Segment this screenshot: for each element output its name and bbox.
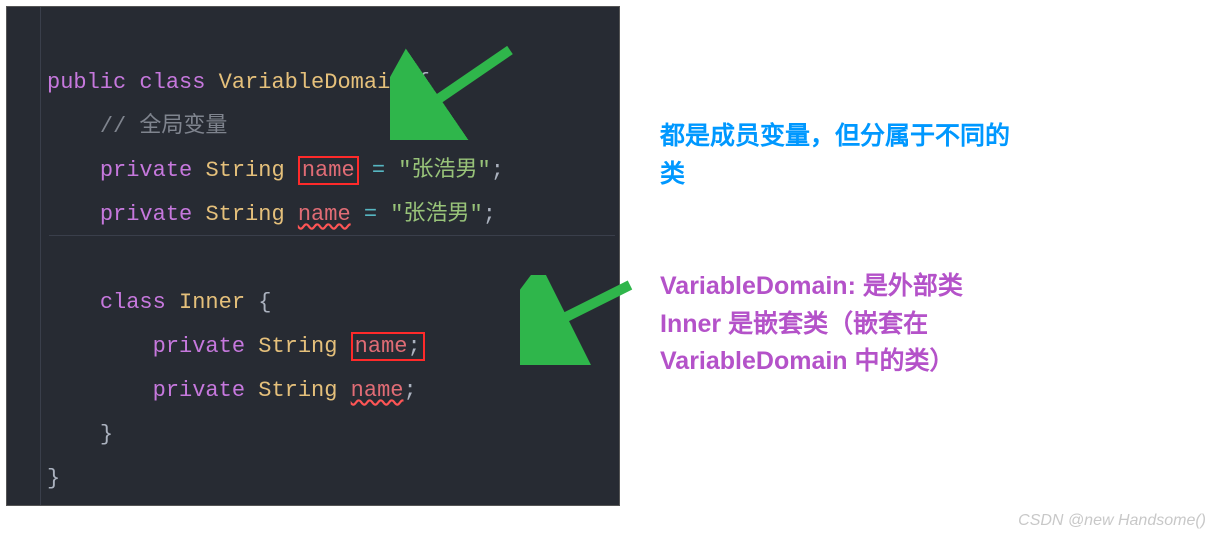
keyword-private: private	[100, 202, 192, 227]
editor-gutter	[7, 7, 41, 505]
classname-inner: Inner	[179, 290, 245, 315]
string-literal: "张浩男"	[398, 158, 490, 183]
type-string: String	[258, 334, 337, 359]
annotation-text: 都是成员变量，但分属于不同的	[660, 118, 1200, 156]
operator-eq: =	[372, 158, 385, 183]
watermark: CSDN @new Handsome()	[1018, 512, 1206, 530]
comment: // 全局变量	[100, 114, 228, 139]
brace-close: }	[100, 422, 113, 447]
annotation-class-desc: VariableDomain: 是外部类 Inner 是嵌套类（嵌套在 Vari…	[660, 268, 1200, 381]
code-editor: public class VariableDomain { // 全局变量 pr…	[6, 6, 620, 506]
var-name-error: name	[298, 202, 351, 227]
type-string: String	[258, 378, 337, 403]
keyword-private: private	[153, 378, 245, 403]
keyword-public: public	[47, 70, 126, 95]
brace-open: {	[258, 290, 271, 315]
brace-open: {	[417, 70, 430, 95]
var-name: name	[302, 158, 355, 183]
annotation-text: VariableDomain: 是外部类	[660, 268, 1200, 306]
keyword-class: class	[100, 290, 166, 315]
string-literal: "张浩男"	[390, 202, 482, 227]
brace-close: }	[47, 466, 60, 491]
code-area: public class VariableDomain { // 全局变量 pr…	[41, 7, 619, 505]
keyword-private: private	[153, 334, 245, 359]
editor-ruler	[49, 235, 615, 236]
annotation-text: Inner 是嵌套类（嵌套在	[660, 306, 1200, 344]
type-string: String	[205, 158, 284, 183]
highlight-var-outer: name	[298, 156, 359, 185]
classname-outer: VariableDomain	[219, 70, 404, 95]
keyword-class: class	[139, 70, 205, 95]
semicolon: ;	[403, 378, 416, 403]
var-name: name	[355, 334, 408, 359]
var-name-error: name	[351, 378, 404, 403]
annotation-text: VariableDomain 中的类）	[660, 343, 1200, 381]
semicolon: ;	[491, 158, 504, 183]
operator-eq: =	[364, 202, 377, 227]
keyword-private: private	[100, 158, 192, 183]
semicolon: ;	[407, 334, 420, 359]
type-string: String	[205, 202, 284, 227]
annotation-member-vars: 都是成员变量，但分属于不同的 类	[660, 118, 1200, 193]
annotation-text: 类	[660, 156, 1200, 194]
highlight-var-inner: name;	[351, 332, 425, 361]
semicolon: ;	[483, 202, 496, 227]
